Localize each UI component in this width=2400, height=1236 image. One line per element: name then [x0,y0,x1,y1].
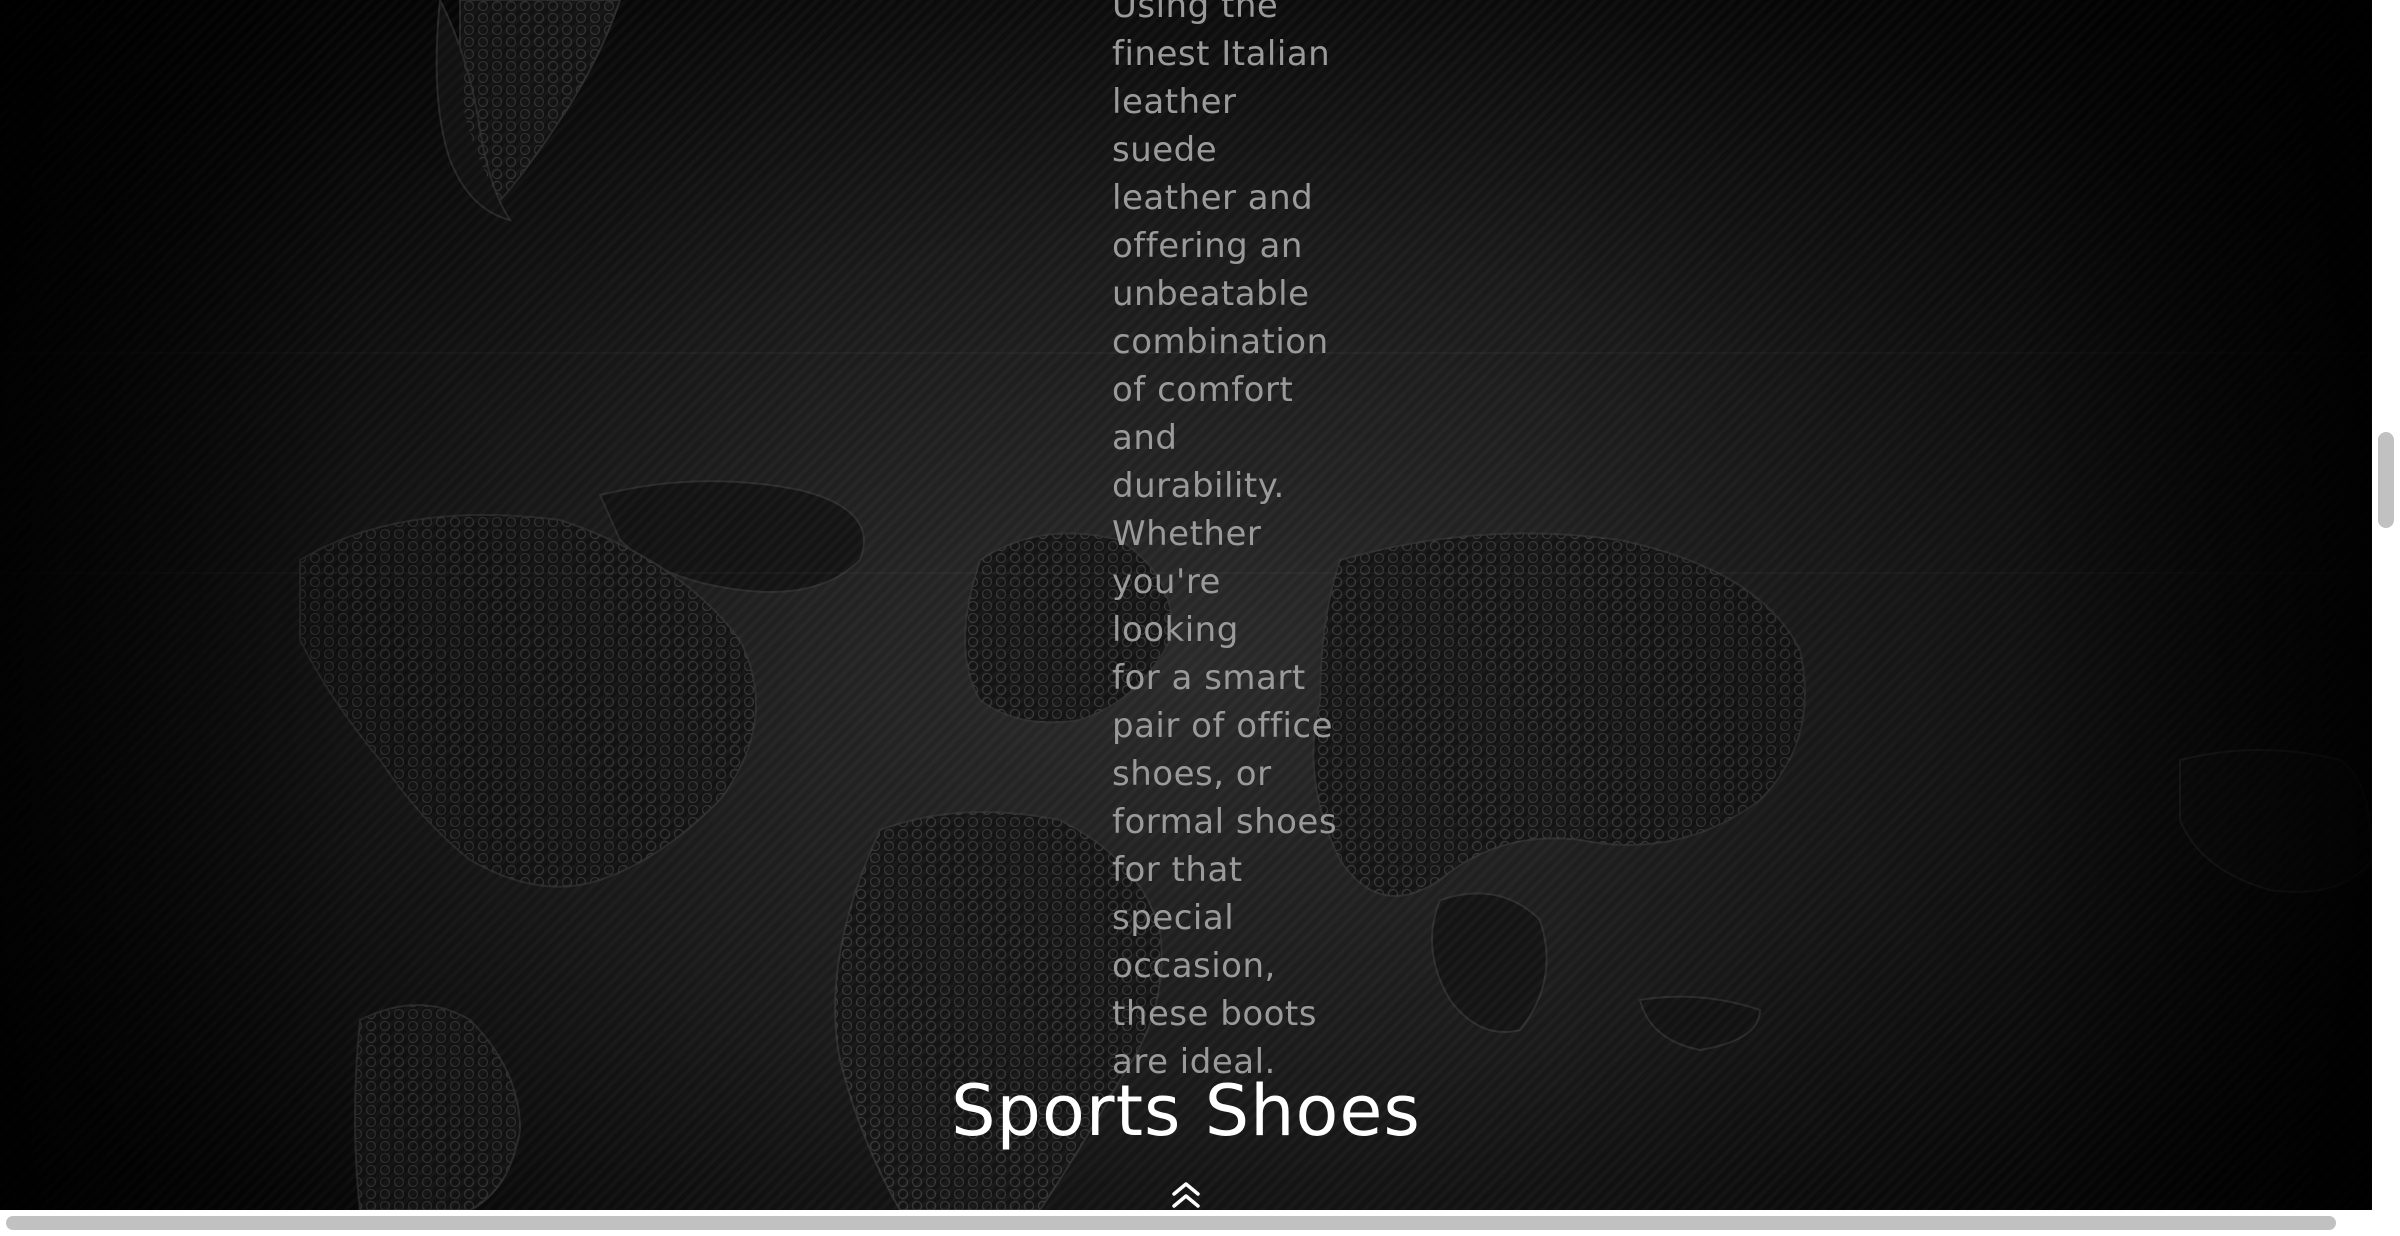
description-line: special [1112,898,1235,938]
description-line: of comfort [1112,370,1294,410]
description-line: you're looking [1112,562,1239,650]
description-line: leather and [1112,178,1314,218]
description-line: shoes, or [1112,754,1272,794]
description-line: Using the [1112,0,1279,26]
vertical-scrollbar[interactable] [2372,0,2400,1210]
vertical-scrollbar-thumb[interactable] [2378,432,2394,528]
page-viewport: Using the finest Italian leather suede leat… [0,0,2372,1210]
description-line: unbeatable [1112,274,1310,314]
double-chevron-up-icon [1172,1182,1200,1208]
description-line: Whether [1112,514,1262,554]
horizontal-scrollbar[interactable] [0,1210,2400,1236]
description-line: for that [1112,850,1243,890]
description-line: finest Italian [1112,34,1331,74]
section-title: Sports Shoes [951,1070,1421,1152]
description-line: these boots [1112,994,1317,1034]
scroll-to-top-button[interactable] [1168,1180,1204,1210]
description-line: durability. [1112,466,1285,506]
description-line: for a smart [1112,658,1306,698]
product-description: Using the finest Italian leather suede leat… [1112,0,1352,1086]
horizontal-scrollbar-thumb[interactable] [6,1216,2336,1230]
description-line: occasion, [1112,946,1276,986]
description-line: and [1112,418,1178,458]
description-line: offering an [1112,226,1303,266]
description-line: leather suede [1112,82,1237,170]
description-line: combination [1112,322,1329,362]
description-line: pair of office [1112,706,1334,746]
description-line: formal shoes [1112,802,1338,842]
